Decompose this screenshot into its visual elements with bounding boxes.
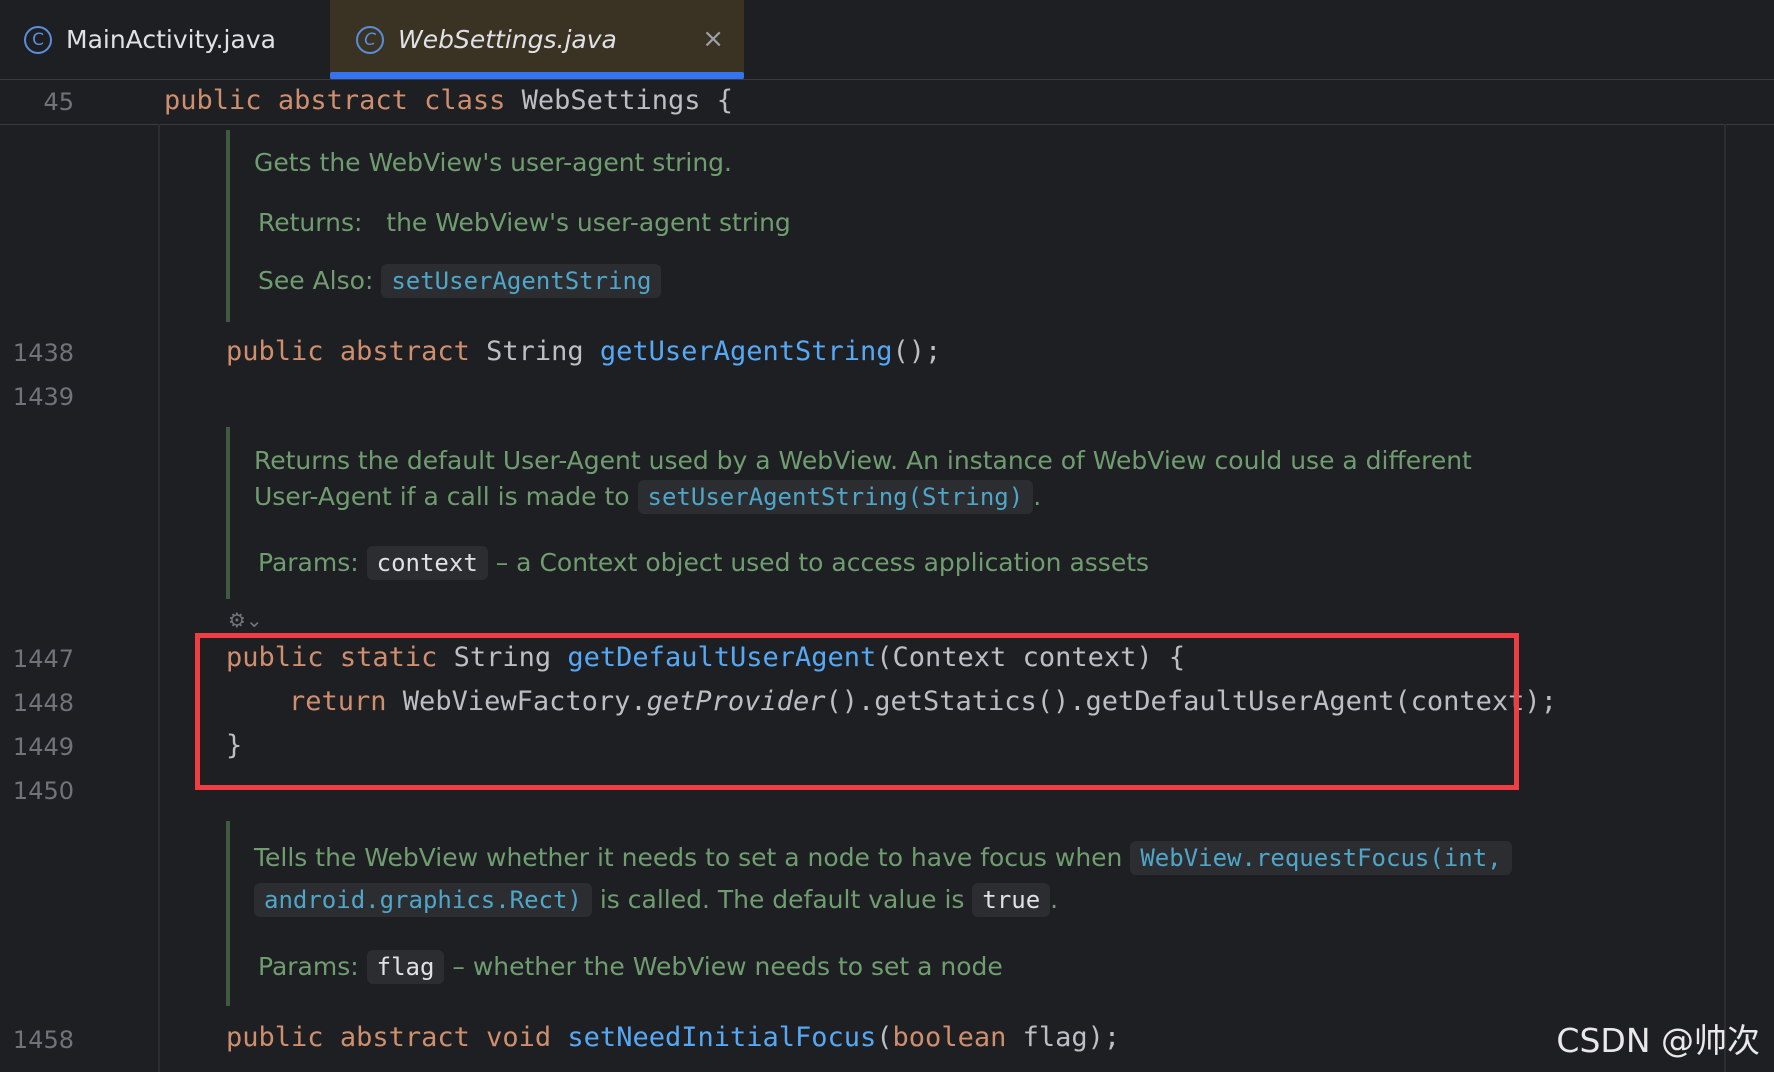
doc-text: is called. The default value is [599,885,965,914]
doc-returns: Returns: the WebView's user-agent string [258,208,791,237]
line-number: 1447 [12,645,74,673]
param-desc: – a Context object used to access applic… [495,548,1150,577]
method-name: getUserAgentString [599,336,893,367]
doc-value: true [972,883,1051,917]
params-label: Params: [258,548,359,577]
sticky-class-header: 45 public abstract class WebSettings { [0,80,1774,125]
sticky-code[interactable]: public abstract class WebSettings { [164,85,733,116]
param-name: flag [366,950,445,984]
returns-label: Returns: [258,208,363,237]
doc-see-also: See Also: setUserAgentString [258,264,662,298]
doc-params: Params: flag – whether the WebView needs… [258,950,1003,984]
highlight-box [195,633,1519,790]
keyword: class [424,85,506,116]
keyword: abstract [339,336,470,367]
tab-websettings[interactable]: C WebSettings.java × [330,0,744,79]
line-number: 1448 [12,689,74,717]
gutter-divider [158,124,160,1072]
doc-line: android.graphics.Rect) is called. The de… [254,883,1058,917]
type-name: String [469,336,600,367]
line-number: 45 [43,88,74,116]
class-c-icon: C [356,25,384,54]
doc-summary: Gets the WebView's user-agent string. [254,148,733,177]
doc-line: Returns the default User-Agent used by a… [254,446,1472,475]
method-name: setNeedInitialFocus [567,1022,877,1053]
doc-params: Params: context – a Context object used … [258,546,1149,580]
keyword: abstract [277,85,408,116]
tab-label: MainActivity.java [66,25,276,54]
tab-mainactivity[interactable]: C MainActivity.java [24,0,324,79]
javadoc-block [226,130,230,322]
doc-text: . [1033,482,1042,511]
keyword: abstract [339,1022,470,1053]
doc-line: User-Agent if a call is made to setUserA… [254,480,1041,514]
see-also-label: See Also: [258,266,374,295]
params-label: Params: [258,952,359,981]
doc-line: Tells the WebView whether it needs to se… [254,841,1512,875]
doc-text: . [1050,885,1059,914]
param-desc: – whether the WebView needs to set a nod… [452,952,1003,981]
doc-link[interactable]: setUserAgentString(String) [637,480,1034,514]
line-number: 1438 [12,339,74,367]
ai-inlay-icon[interactable]: ⚙⌄ [228,608,263,632]
code-line[interactable]: public abstract String getUserAgentStrin… [226,336,941,367]
doc-link[interactable]: android.graphics.Rect) [254,883,592,917]
returns-text: the WebView's user-agent string [386,208,791,237]
keyword: public [226,1022,324,1053]
doc-text: Tells the WebView whether it needs to se… [254,843,1123,872]
class-name: WebSettings { [505,85,733,116]
param-name: context [366,546,488,580]
punctuation: ( [876,1022,893,1053]
line-number: 1458 [12,1026,74,1054]
line-number: 1439 [12,383,74,411]
javadoc-block [226,427,230,599]
doc-link[interactable]: WebView.requestFocus(int, [1130,841,1512,875]
javadoc-block [226,821,230,1006]
active-tab-indicator [330,72,744,79]
watermark: CSDN @帅次 [1556,1021,1760,1060]
right-margin-guide [1724,124,1726,1072]
close-icon[interactable]: × [702,24,724,54]
punctuation: (); [892,336,942,367]
tab-label: WebSettings.java [398,25,617,54]
editor-tab-bar: C MainActivity.java C WebSettings.java × [0,0,1774,80]
class-c-icon: C [24,25,52,54]
keyword: public [164,85,262,116]
see-also-link[interactable]: setUserAgentString [381,264,662,298]
keyword: boolean [892,1022,1007,1053]
doc-text: User-Agent if a call is made to [254,482,630,511]
line-number: 1450 [12,777,74,805]
parameters: flag); [1006,1022,1121,1053]
keyword: void [486,1022,552,1053]
keyword: public [226,336,324,367]
line-number: 1449 [12,733,74,761]
code-line[interactable]: public abstract void setNeedInitialFocus… [226,1022,1120,1053]
